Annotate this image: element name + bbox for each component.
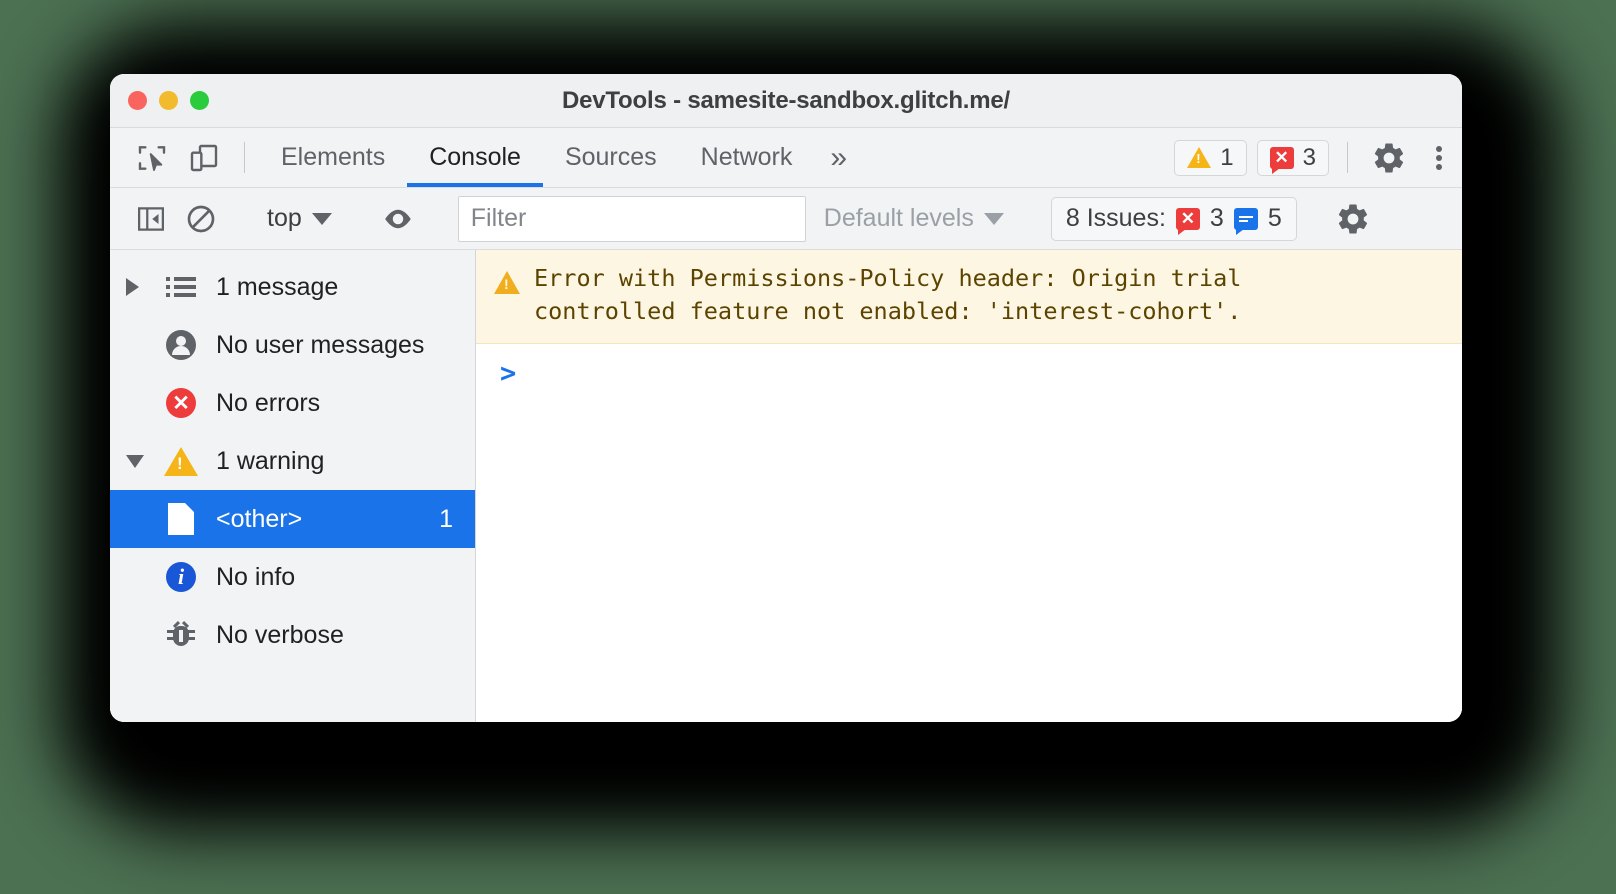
tabbar-spacer xyxy=(863,128,1174,187)
console-toolbar: top Default levels 8 Issues: ✕ 3 xyxy=(110,188,1462,250)
tab-network[interactable]: Network xyxy=(679,128,815,187)
sidebar-item-info[interactable]: i No info xyxy=(110,548,475,606)
issues-error-count: 3 xyxy=(1209,204,1224,232)
window-title: DevTools - samesite-sandbox.glitch.me/ xyxy=(561,86,1011,114)
console-sidebar-toggle-icon[interactable] xyxy=(126,204,176,234)
maximize-window-button[interactable] xyxy=(190,91,209,110)
device-toolbar-icon[interactable] xyxy=(178,128,230,187)
warning-icon xyxy=(156,446,206,476)
warning-count-label: 1 xyxy=(1220,143,1234,171)
sidebar-item-other-count: 1 xyxy=(439,504,453,533)
console-body: 1 message No user messages ✕ No errors !… xyxy=(110,250,1462,722)
sidebar-item-errors[interactable]: ✕ No errors xyxy=(110,374,475,432)
chevron-down-icon xyxy=(983,212,1004,225)
console-warning-text: Error with Permissions-Policy header: Or… xyxy=(534,264,1242,326)
console-sidebar: 1 message No user messages ✕ No errors !… xyxy=(110,250,476,722)
more-tabs-button[interactable]: » xyxy=(814,128,863,187)
bubble-lines xyxy=(1238,214,1253,224)
chevron-down-icon xyxy=(311,212,332,225)
console-prompt-row[interactable]: > xyxy=(476,344,1462,387)
toolbar-divider xyxy=(244,142,245,173)
sidebar-item-other-label: <other> xyxy=(216,504,303,533)
chevron-double-right-icon: » xyxy=(830,140,848,174)
execution-context-label: top xyxy=(267,204,302,232)
tab-sources-label: Sources xyxy=(564,143,657,171)
live-expression-eye-icon[interactable] xyxy=(373,202,423,236)
error-bubble-icon: ✕ xyxy=(1269,146,1294,174)
info-icon: i xyxy=(156,562,206,592)
prompt-caret-icon: > xyxy=(500,357,517,389)
console-output[interactable]: Error with Permissions-Policy header: Or… xyxy=(476,250,1462,722)
sidebar-item-messages[interactable]: 1 message xyxy=(110,258,475,316)
tab-console-label: Console xyxy=(429,143,521,171)
kebab-dot-1 xyxy=(1436,145,1442,152)
sidebar-item-info-label: No info xyxy=(216,562,296,591)
sidebar-item-warnings[interactable]: 1 warning xyxy=(110,432,475,490)
gear-icon[interactable] xyxy=(1362,128,1416,187)
sidebar-item-messages-label: 1 message xyxy=(216,272,339,301)
sidebar-item-user-messages[interactable]: No user messages xyxy=(110,316,475,374)
warning-count-badge[interactable]: 1 xyxy=(1174,139,1247,176)
screenshot-root: DevTools - samesite-sandbox.glitch.me/ E… xyxy=(0,0,1616,894)
tab-sources[interactable]: Sources xyxy=(543,128,679,187)
error-count-label: 3 xyxy=(1302,143,1316,171)
devtools-window: DevTools - samesite-sandbox.glitch.me/ E… xyxy=(110,74,1462,722)
console-settings-gear-icon[interactable] xyxy=(1326,201,1380,237)
tab-elements-label: Elements xyxy=(281,143,386,171)
clear-console-icon[interactable] xyxy=(176,203,226,235)
warning-triangle-icon xyxy=(1187,147,1212,168)
sidebar-item-errors-label: No errors xyxy=(216,388,321,417)
minimize-window-button[interactable] xyxy=(159,91,178,110)
warning-triangle-icon xyxy=(494,271,520,294)
console-warning-message[interactable]: Error with Permissions-Policy header: Or… xyxy=(476,250,1462,344)
collapse-triangle-icon[interactable] xyxy=(126,454,156,468)
issue-badge-group: 1 ✕ 3 xyxy=(1174,128,1333,187)
sidebar-item-verbose-label: No verbose xyxy=(216,620,344,649)
sidebar-item-user-messages-label: No user messages xyxy=(216,330,425,359)
execution-context-selector[interactable]: top xyxy=(255,204,344,233)
issues-summary-chip[interactable]: 8 Issues: ✕ 3 5 xyxy=(1050,196,1297,241)
inspect-element-icon[interactable] xyxy=(126,128,178,187)
list-icon xyxy=(156,273,206,301)
close-window-button[interactable] xyxy=(128,91,147,110)
kebab-menu-icon[interactable] xyxy=(1416,128,1462,187)
sidebar-item-warnings-label: 1 warning xyxy=(216,446,325,475)
bug-icon xyxy=(156,620,206,649)
error-count-badge[interactable]: ✕ 3 xyxy=(1256,139,1329,176)
issue-error-icon: ✕ xyxy=(1175,207,1200,235)
tabbar-divider-2 xyxy=(1347,142,1348,173)
issues-count-label: 8 Issues: xyxy=(1065,204,1166,232)
panel-tab-bar: Elements Console Sources Network » ! 1 ✕… xyxy=(110,128,1462,188)
sidebar-item-other[interactable]: <other> 1 xyxy=(110,490,475,548)
log-levels-label: Default levels xyxy=(823,204,974,232)
issues-info-count: 5 xyxy=(1267,204,1282,232)
issue-info-icon xyxy=(1233,207,1258,235)
kebab-dot-3 xyxy=(1436,163,1442,170)
expand-triangle-icon[interactable] xyxy=(126,278,156,296)
sidebar-item-verbose[interactable]: No verbose xyxy=(110,606,475,664)
tab-list: Elements Console Sources Network » xyxy=(259,128,863,187)
tab-elements[interactable]: Elements xyxy=(259,128,407,187)
user-icon xyxy=(156,330,206,360)
error-icon: ✕ xyxy=(156,388,206,418)
filter-input[interactable] xyxy=(457,195,806,242)
traffic-light-group xyxy=(128,91,209,110)
tab-console[interactable]: Console xyxy=(407,128,543,187)
title-bar: DevTools - samesite-sandbox.glitch.me/ xyxy=(110,74,1462,128)
kebab-dot-2 xyxy=(1436,154,1442,161)
log-levels-selector[interactable]: Default levels xyxy=(806,204,1022,233)
document-icon xyxy=(156,503,206,535)
tab-network-label: Network xyxy=(700,143,793,171)
